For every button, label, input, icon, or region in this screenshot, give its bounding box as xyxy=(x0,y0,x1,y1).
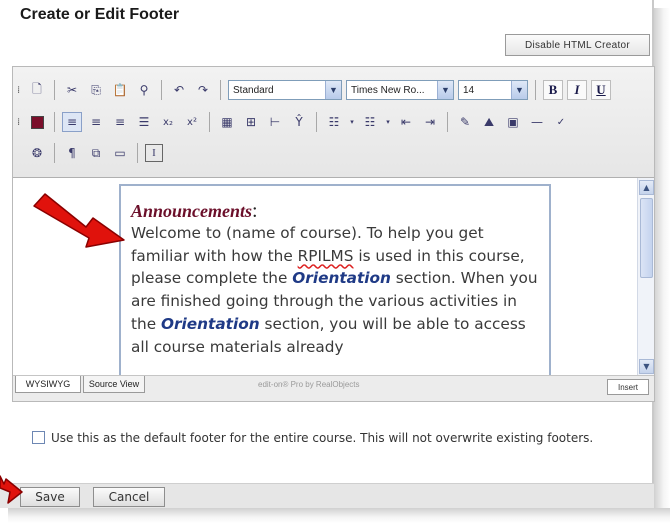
subscript-icon[interactable]: x₂ xyxy=(158,112,178,132)
toolbar-separator xyxy=(54,143,55,163)
toolbar-separator xyxy=(535,80,536,100)
underline-button[interactable]: U xyxy=(591,80,611,100)
toolbar-row-3: ⁞ ❂ ¶ ⧉ ▭ I xyxy=(17,141,163,165)
size-select[interactable]: 14 ▼ xyxy=(458,80,528,100)
table-icon[interactable]: ▦ xyxy=(217,112,237,132)
insert-mode-indicator: Insert xyxy=(607,379,649,395)
toolbar-separator xyxy=(220,80,221,100)
heading-colon: : xyxy=(252,200,258,222)
align-left-icon[interactable]: ≡ xyxy=(62,112,82,132)
hyperlink-icon[interactable]: ✎ xyxy=(455,112,475,132)
align-right-icon[interactable]: ≡ xyxy=(110,112,130,132)
disable-html-creator-button[interactable]: Disable HTML Creator xyxy=(505,34,650,56)
undo-icon[interactable]: ↶ xyxy=(169,80,189,100)
cancel-button[interactable]: Cancel xyxy=(93,487,165,507)
html-editor: ⁞ 🗋 ✂ ⎘ 📋 ⚲ ↶ ↷ Standard ▼ Times New Ro.… xyxy=(12,66,655,402)
spellcheck-flagged-word: RPILMS xyxy=(297,246,354,265)
horizontal-rule-icon[interactable]: — xyxy=(527,112,547,132)
find-icon[interactable]: ⚲ xyxy=(134,80,154,100)
heading-text: Announcements xyxy=(131,201,253,221)
scroll-down-icon[interactable]: ▼ xyxy=(639,359,654,374)
superscript-icon[interactable]: x² xyxy=(182,112,202,132)
toolbar-separator xyxy=(161,80,162,100)
copy-icon[interactable]: ⎘ xyxy=(86,80,106,100)
default-footer-checkbox[interactable] xyxy=(32,431,45,444)
chevron-down-icon[interactable]: ▼ xyxy=(325,81,341,99)
toolbar-row-1: ⁞ 🗋 ✂ ⎘ 📋 ⚲ ↶ ↷ Standard ▼ Times New Ro.… xyxy=(17,78,611,102)
text-color-icon[interactable] xyxy=(27,112,47,132)
chevron-down-icon[interactable]: ▼ xyxy=(437,81,453,99)
size-select-value: 14 xyxy=(463,84,475,96)
toolbar-separator xyxy=(447,112,448,132)
toolbar-separator xyxy=(316,112,317,132)
merge-cell-icon[interactable]: Ŷ xyxy=(289,112,309,132)
grip-icon[interactable]: ⁞ xyxy=(17,115,23,129)
editor-view-tabs: WYSIWYG Source View edit-on® Pro by Real… xyxy=(13,375,654,401)
window-shadow-bottom xyxy=(8,508,670,523)
insert-row-icon[interactable]: ⊞ xyxy=(241,112,261,132)
style-select[interactable]: Standard ▼ xyxy=(228,80,342,100)
media-icon[interactable]: ▣ xyxy=(503,112,523,132)
form-button-bar: Save Cancel xyxy=(0,483,654,508)
orientation-emphasis: Orientation xyxy=(292,269,391,288)
window-shadow-right xyxy=(654,8,670,523)
numbered-list-icon[interactable]: ☷ xyxy=(360,112,380,132)
announcements-heading: Announcements: xyxy=(131,200,541,222)
indent-icon[interactable]: ⇥ xyxy=(420,112,440,132)
toolbar-separator xyxy=(54,112,55,132)
font-select[interactable]: Times New Ro... ▼ xyxy=(346,80,454,100)
align-center-icon[interactable]: ≡ xyxy=(86,112,106,132)
bold-button[interactable]: B xyxy=(543,80,563,100)
italic-button[interactable]: I xyxy=(567,80,587,100)
toolbar-separator xyxy=(54,80,55,100)
toolbar-row-2: ⁞ ≡ ≡ ≡ ☰ x₂ x² ▦ ⊞ ⊢ Ŷ ☷ ▾ ☷ ▾ ⇤ ⇥ ✎ ⛰ … xyxy=(17,110,571,134)
grip-icon[interactable]: ⁞ xyxy=(17,83,23,97)
bulleted-list-icon[interactable]: ☷ xyxy=(324,112,344,132)
footer-content-box[interactable]: Announcements: Welcome to (name of cours… xyxy=(119,184,551,376)
save-button[interactable]: Save xyxy=(20,487,80,507)
scroll-up-icon[interactable]: ▲ xyxy=(639,180,654,195)
toolbar-separator xyxy=(209,112,210,132)
show-borders-icon[interactable]: ⧉ xyxy=(86,143,106,163)
page-title: Create or Edit Footer xyxy=(20,6,180,23)
chevron-down-icon[interactable]: ▼ xyxy=(511,81,527,99)
powered-by-label: edit-on® Pro by RealObjects xyxy=(258,380,360,389)
paragraph-mark-icon[interactable]: ¶ xyxy=(62,143,82,163)
font-select-value: Times New Ro... xyxy=(351,84,425,96)
outdent-icon[interactable]: ⇤ xyxy=(396,112,416,132)
cut-icon[interactable]: ✂ xyxy=(62,80,82,100)
default-footer-option: Use this as the default footer for the e… xyxy=(20,428,654,448)
chevron-down-icon[interactable]: ▾ xyxy=(348,112,356,132)
chevron-down-icon[interactable]: ▾ xyxy=(384,112,392,132)
justify-icon[interactable]: ☰ xyxy=(134,112,154,132)
scrollbar-thumb[interactable] xyxy=(640,198,653,278)
orientation-emphasis: Orientation xyxy=(160,314,260,333)
new-document-icon[interactable]: 🗋 xyxy=(27,80,47,100)
editor-scrollbar[interactable]: ▲ ▼ xyxy=(637,178,654,376)
split-cell-icon[interactable]: ⊢ xyxy=(265,112,285,132)
frame-icon[interactable]: ▭ xyxy=(110,143,130,163)
image-icon[interactable]: ⛰ xyxy=(479,112,499,132)
style-select-value: Standard xyxy=(233,84,274,96)
default-footer-label: Use this as the default footer for the e… xyxy=(51,431,594,445)
editor-canvas[interactable]: Announcements: Welcome to (name of cours… xyxy=(13,177,654,376)
editor-toolbar: ⁞ 🗋 ✂ ⎘ 📋 ⚲ ↶ ↷ Standard ▼ Times New Ro.… xyxy=(13,67,654,177)
paste-icon[interactable]: 📋 xyxy=(110,80,130,100)
footer-body-text: Welcome to (name of course). To help you… xyxy=(131,222,541,358)
spellcheck-icon[interactable]: ✓ xyxy=(551,112,571,132)
properties-icon[interactable]: I xyxy=(145,144,163,162)
special-char-icon[interactable]: ❂ xyxy=(27,143,47,163)
tab-wysiwyg[interactable]: WYSIWYG xyxy=(15,376,81,393)
redo-icon[interactable]: ↷ xyxy=(193,80,213,100)
tab-source-view[interactable]: Source View xyxy=(83,376,145,393)
toolbar-separator xyxy=(137,143,138,163)
